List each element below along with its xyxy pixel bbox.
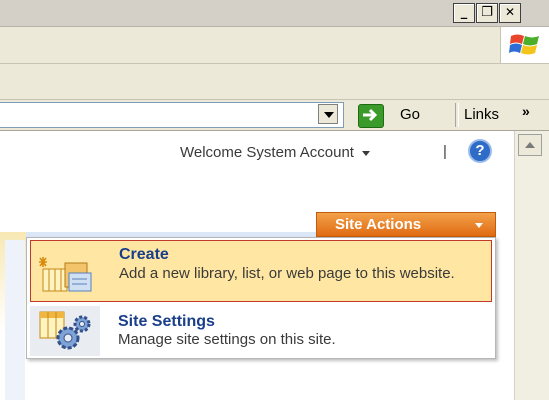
welcome-text: Welcome System Account (180, 144, 354, 161)
help-icon[interactable]: ? (468, 139, 492, 163)
header-separator: | (443, 143, 447, 160)
settings-gear-icon (39, 311, 91, 350)
menu-item-create[interactable]: Create Add a new library, list, or web p… (30, 240, 492, 302)
quick-launch-panel (5, 240, 25, 400)
welcome-menu[interactable]: Welcome System Account (180, 144, 370, 161)
go-label: Go (400, 106, 421, 123)
site-actions-menu: Create Add a new library, list, or web p… (26, 237, 496, 359)
address-bar: Go Links » (0, 100, 549, 131)
toolbar (0, 64, 549, 100)
chevron-more-icon[interactable]: » (522, 103, 530, 119)
address-input[interactable] (0, 102, 344, 128)
toolbar-divider (455, 103, 459, 127)
chevron-down-icon (361, 150, 370, 156)
menu-item-title: Site Settings (118, 313, 215, 330)
chevron-down-icon (475, 223, 483, 228)
windows-logo-icon (500, 27, 549, 63)
scroll-up-button[interactable] (518, 134, 542, 156)
menu-item-description: Manage site settings on this site. (118, 331, 336, 348)
go-arrow-icon (358, 104, 384, 128)
site-actions-label: Site Actions (335, 216, 422, 233)
create-icon (39, 257, 92, 292)
title-bar: _ ❐ ✕ (0, 0, 549, 27)
menu-item-site-settings[interactable]: Site Settings Manage site settings on th… (30, 306, 492, 356)
address-dropdown-button[interactable] (318, 104, 338, 124)
menu-item-description: Add a new library, list, or web page to … (119, 265, 455, 282)
menu-item-title: Create (119, 246, 169, 263)
site-actions-button[interactable]: Site Actions (316, 212, 496, 237)
close-button[interactable]: ✕ (499, 3, 521, 23)
links-button[interactable]: Links (464, 106, 499, 123)
menu-bar (0, 27, 549, 64)
go-button[interactable]: Go (352, 102, 452, 128)
restore-button[interactable]: ❐ (476, 3, 498, 23)
minimize-button[interactable]: _ (453, 3, 475, 23)
vertical-scrollbar[interactable] (514, 131, 549, 400)
